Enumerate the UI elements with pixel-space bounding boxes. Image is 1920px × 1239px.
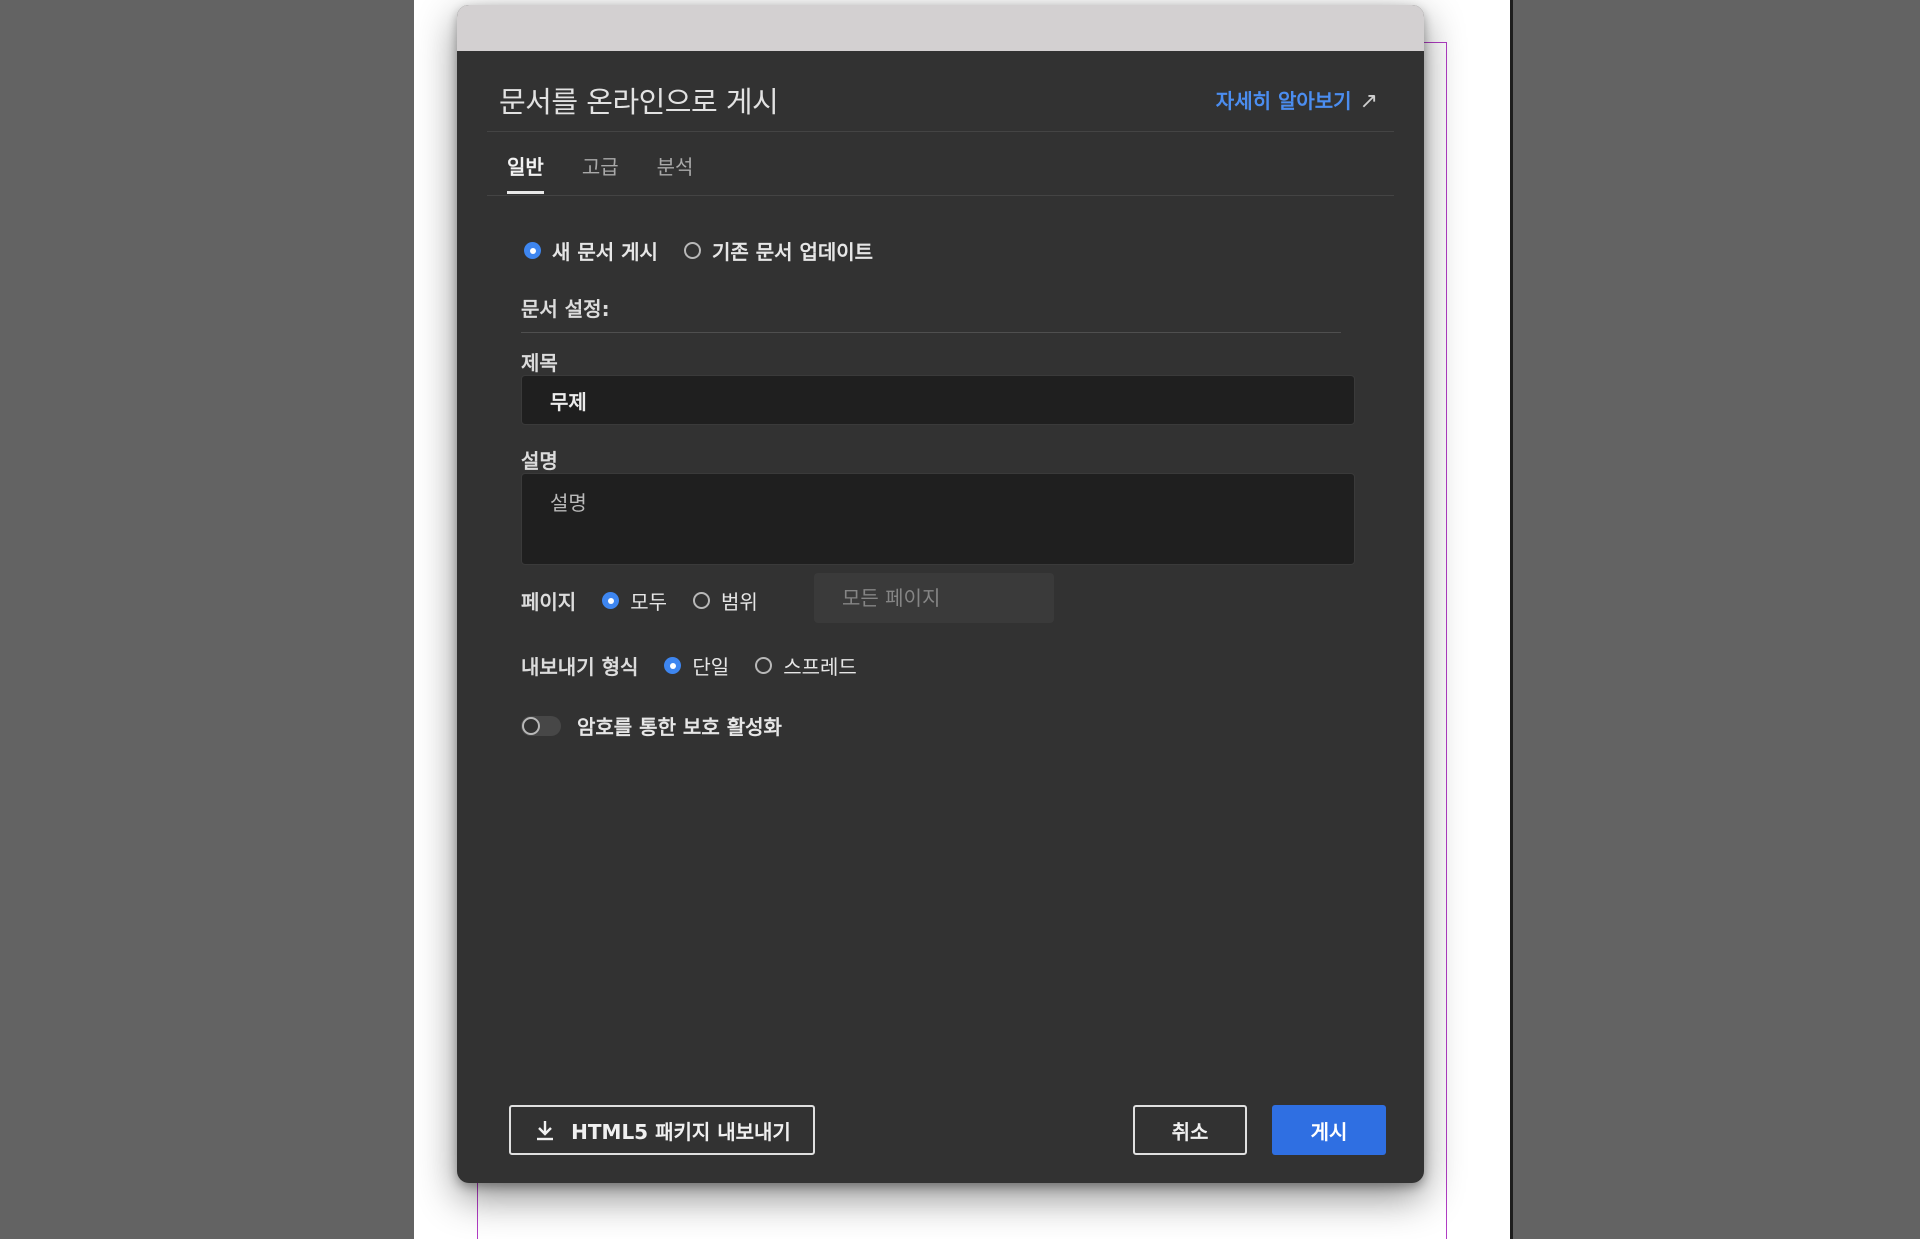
- margin-guide-left: [477, 1180, 478, 1239]
- settings-divider: [521, 332, 1341, 333]
- publish-button[interactable]: 게시: [1272, 1105, 1386, 1155]
- radio-pages-range-label[interactable]: 범위: [721, 586, 758, 615]
- dialog-titlebar[interactable]: [457, 5, 1424, 51]
- password-protection-row: 암호를 통한 보호 활성화: [521, 711, 782, 740]
- tab-advanced[interactable]: 고급: [582, 151, 619, 194]
- external-link-arrow-icon: ↗: [1359, 89, 1378, 114]
- password-protection-label[interactable]: 암호를 통한 보호 활성화: [577, 711, 782, 740]
- description-label: 설명: [521, 449, 558, 473]
- radio-format-spread[interactable]: [755, 657, 773, 674]
- radio-update-existing[interactable]: [683, 242, 701, 259]
- radio-pages-all[interactable]: [602, 592, 620, 609]
- export-format-label: 내보내기 형식: [521, 655, 639, 679]
- export-html5-package-label: HTML5 패키지 내보내기: [571, 1119, 791, 1144]
- radio-format-single-label[interactable]: 단일: [692, 651, 729, 680]
- export-format-row: 내보내기 형식 단일 스프레드: [521, 651, 883, 680]
- margin-guide-top: [1424, 42, 1447, 43]
- page-range-input[interactable]: [814, 573, 1054, 623]
- radio-format-spread-label[interactable]: 스프레드: [783, 651, 857, 680]
- description-input[interactable]: [521, 473, 1355, 565]
- header-divider: [487, 131, 1394, 132]
- document-settings-heading: 문서 설정:: [521, 297, 610, 321]
- margin-guide-right: [1446, 42, 1447, 1239]
- radio-new-document[interactable]: [524, 242, 541, 259]
- tab-general[interactable]: 일반: [507, 151, 544, 194]
- title-label: 제목: [521, 351, 558, 375]
- learn-more-label: 자세히 알아보기: [1215, 89, 1352, 113]
- pages-label: 페이지: [521, 590, 577, 614]
- learn-more-link[interactable]: 자세히 알아보기 ↗: [1216, 85, 1378, 114]
- cancel-button[interactable]: 취소: [1133, 1105, 1247, 1155]
- radio-update-existing-label[interactable]: 기존 문서 업데이트: [712, 236, 873, 265]
- download-icon: [533, 1118, 557, 1142]
- password-protection-toggle[interactable]: [521, 715, 561, 736]
- tabs-divider: [487, 195, 1394, 196]
- page-edge: [1510, 0, 1513, 1239]
- publish-mode-group: 새 문서 게시 기존 문서 업데이트: [524, 236, 899, 265]
- pages-row: 페이지 모두 범위: [521, 586, 784, 615]
- radio-format-single[interactable]: [664, 657, 682, 674]
- radio-new-document-label[interactable]: 새 문서 게시: [552, 236, 658, 265]
- publish-online-dialog: 문서를 온라인으로 게시 자세히 알아보기 ↗ 일반 고급 분석 새 문서 게시 …: [457, 5, 1424, 1183]
- tab-analytics[interactable]: 분석: [657, 151, 694, 194]
- dialog-title: 문서를 온라인으로 게시: [499, 85, 779, 119]
- export-html5-package-button[interactable]: HTML5 패키지 내보내기: [509, 1105, 815, 1155]
- radio-pages-range[interactable]: [693, 592, 711, 609]
- title-input[interactable]: [521, 375, 1355, 425]
- radio-pages-all-label[interactable]: 모두: [630, 586, 667, 615]
- tab-bar: 일반 고급 분석: [507, 151, 693, 194]
